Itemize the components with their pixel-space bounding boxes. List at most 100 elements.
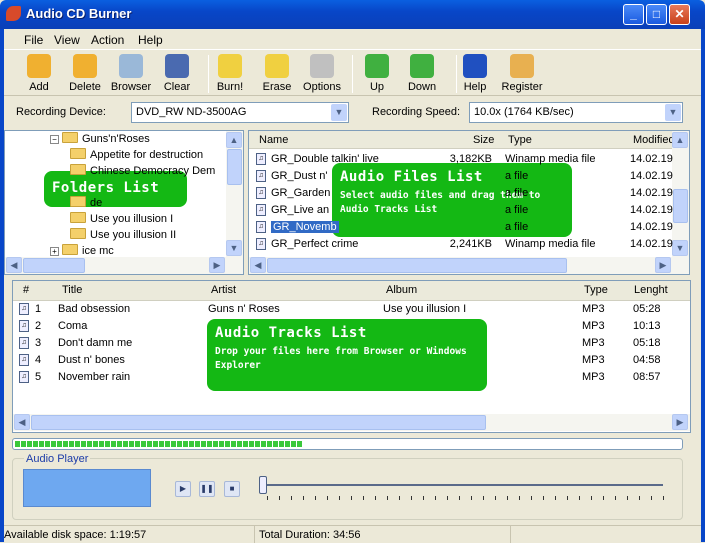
tree-item[interactable]: Appetite for destruction xyxy=(70,148,203,164)
track-title: Don't damn me xyxy=(58,337,133,349)
up-label: Up xyxy=(369,81,385,93)
track-artist: Guns n' Roses xyxy=(208,303,280,315)
column-size[interactable]: Size xyxy=(473,134,494,146)
column-type[interactable]: Type xyxy=(508,134,532,146)
play-button[interactable]: ▶ xyxy=(175,481,191,497)
expand-toggle-icon[interactable]: + xyxy=(50,247,59,256)
progress-segment xyxy=(93,441,98,447)
toolbar-button-burn[interactable]: Burn! xyxy=(206,52,254,96)
track-length: 04:58 xyxy=(633,354,661,366)
scroll-thumb[interactable] xyxy=(267,258,567,273)
column-type[interactable]: Type xyxy=(584,284,608,296)
column-album[interactable]: Album xyxy=(386,284,417,296)
toolbar-button-help[interactable]: Help xyxy=(451,52,499,96)
tree-item[interactable]: Chinese Democracy Dem xyxy=(70,164,215,180)
minimize-button[interactable]: _ xyxy=(623,4,644,25)
horizontal-scrollbar[interactable]: ◀ ▶ xyxy=(249,257,689,274)
pause-button[interactable]: ❚❚ xyxy=(199,481,215,497)
tree-item[interactable]: − Guns'n'Roses xyxy=(50,132,150,148)
toolbar-button-options[interactable]: Options xyxy=(298,52,346,96)
stop-button[interactable]: ■ xyxy=(224,481,240,497)
scroll-up-button[interactable]: ▲ xyxy=(672,132,688,148)
menu-action[interactable]: Action xyxy=(91,33,124,47)
track-row[interactable]: ♫ 5 November rain MP3 08:57 xyxy=(16,369,676,386)
tree-item[interactable]: Use you illusion II xyxy=(70,228,176,244)
recording-device-select[interactable]: DVD_RW ND-3500AG ▼ xyxy=(131,102,349,123)
progress-segment xyxy=(117,441,122,447)
toolbar-button-clear[interactable]: Clear xyxy=(153,52,201,96)
toolbar-button-add[interactable]: Add xyxy=(15,52,63,96)
tree-item[interactable]: + ice mc xyxy=(50,244,114,260)
toolbar-button-up[interactable]: Up xyxy=(353,52,401,96)
scroll-right-button[interactable]: ▶ xyxy=(209,257,225,273)
maximize-button[interactable]: □ xyxy=(646,4,667,25)
file-row[interactable]: ♫ GR_Dust n' a file 14.02.19 xyxy=(252,168,673,185)
toolbar-button-browser[interactable]: Browser xyxy=(107,52,155,96)
scroll-thumb[interactable] xyxy=(227,149,242,185)
seek-tick xyxy=(639,496,640,500)
scroll-thumb[interactable] xyxy=(23,258,85,273)
column-artist[interactable]: Artist xyxy=(211,284,236,296)
scroll-right-button[interactable]: ▶ xyxy=(672,414,688,430)
recording-speed-select[interactable]: 10.0x (1764 KB/sec) ▼ xyxy=(469,102,683,123)
menu-view[interactable]: View xyxy=(54,33,80,47)
seek-slider[interactable] xyxy=(259,476,267,494)
help-label: Help xyxy=(463,81,487,93)
tree-item[interactable]: de xyxy=(70,196,102,212)
duration-status: Total Duration: 34:56 xyxy=(259,529,361,541)
toolbar-button-down[interactable]: Down xyxy=(398,52,446,96)
expand-toggle-icon[interactable]: − xyxy=(50,135,59,144)
toolbar-button-delete[interactable]: Delete xyxy=(61,52,109,96)
file-row[interactable]: ♫ GR_Double talkin' live 3,182KB Winamp med… xyxy=(252,151,673,168)
track-row[interactable]: ♫ 4 Dust n' bones MP3 04:58 xyxy=(16,352,676,369)
column-length[interactable]: Lenght xyxy=(634,284,668,296)
track-row[interactable]: ♫ 3 Don't damn me MP3 05:18 xyxy=(16,335,676,352)
scroll-left-button[interactable]: ◀ xyxy=(14,414,30,430)
column-number[interactable]: # xyxy=(23,284,29,296)
chevron-down-icon[interactable]: ▼ xyxy=(665,104,681,121)
menu-file[interactable]: File xyxy=(24,33,43,47)
toolbar-button-register[interactable]: Register xyxy=(498,52,546,96)
scroll-left-button[interactable]: ◀ xyxy=(250,257,266,273)
seek-tick xyxy=(447,496,448,500)
horizontal-scrollbar[interactable]: ◀ ▶ xyxy=(13,414,690,431)
vertical-scrollbar[interactable]: ▲ ▼ xyxy=(226,131,243,257)
tree-item[interactable]: Use you illusion I xyxy=(70,212,173,228)
file-row[interactable]: ♫ GR_Live an a file 14.02.19 xyxy=(252,202,673,219)
scroll-down-button[interactable]: ▼ xyxy=(226,240,242,256)
file-name: GR_Dust n' xyxy=(271,170,328,182)
clear-label: Clear xyxy=(163,81,191,93)
audio-file-icon: ♫ xyxy=(256,170,266,182)
track-row[interactable]: ♫ 1 Bad obsession Guns n' Roses Use you illu… xyxy=(16,301,676,318)
file-modified: 14.02.19 xyxy=(630,170,673,182)
column-title[interactable]: Title xyxy=(62,284,82,296)
file-row[interactable]: ♫ GR_Garden a file 14.02.19 xyxy=(252,185,673,202)
seek-tick xyxy=(555,496,556,500)
close-button[interactable]: ✕ xyxy=(669,4,690,25)
toolbar-button-erase[interactable]: Erase xyxy=(253,52,301,96)
audio-file-icon: ♫ xyxy=(19,320,29,332)
scroll-thumb[interactable] xyxy=(673,189,688,223)
seek-tick xyxy=(663,496,664,500)
scroll-down-button[interactable]: ▼ xyxy=(672,240,688,256)
track-row[interactable]: ♫ 2 Coma MP3 10:13 xyxy=(16,318,676,335)
progress-segment xyxy=(243,441,248,447)
recording-settings: Recording Device: DVD_RW ND-3500AG ▼ Reco… xyxy=(4,98,701,126)
scroll-left-button[interactable]: ◀ xyxy=(6,257,22,273)
vertical-scrollbar[interactable]: ▲ ▼ xyxy=(672,131,689,257)
scroll-right-button[interactable]: ▶ xyxy=(655,257,671,273)
folder-icon xyxy=(70,164,86,175)
track-type: MP3 xyxy=(582,303,605,315)
scroll-up-button[interactable]: ▲ xyxy=(226,132,242,148)
column-modified[interactable]: Modified xyxy=(633,134,675,146)
horizontal-scrollbar[interactable]: ◀ ▶ xyxy=(5,257,243,274)
scroll-thumb[interactable] xyxy=(31,415,486,430)
chevron-down-icon[interactable]: ▼ xyxy=(331,104,347,121)
file-name: GR_Perfect crime xyxy=(271,238,359,250)
file-row[interactable]: ♫ GR_Perfect crime 2,241KB Winamp media fil… xyxy=(252,236,673,253)
column-name[interactable]: Name xyxy=(259,134,288,146)
file-row[interactable]: ♫ GR_Novemb a file 14.02.19 xyxy=(252,219,673,236)
menu-help[interactable]: Help xyxy=(138,33,163,47)
file-type: a file xyxy=(505,204,529,216)
folder-icon xyxy=(70,196,86,207)
